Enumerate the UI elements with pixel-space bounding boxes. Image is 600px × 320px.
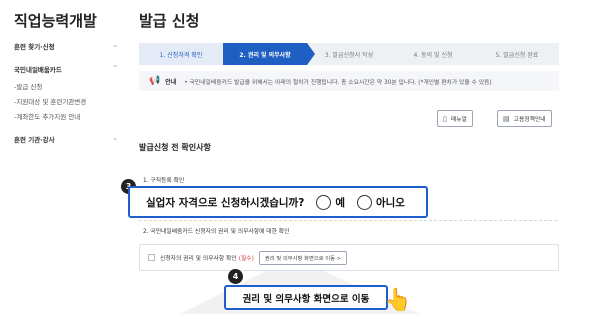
manual-button[interactable]: ▯ 매뉴얼 [437,110,473,127]
chevron-down-icon: ⌄ [112,41,118,49]
step-1: 1. 신청자격 확인 [139,43,223,65]
rights-check-row: 신청자의 권리 및 의무사항 확인 (필수) 권리 및 의무사항 화면으로 이동… [139,244,559,271]
document-icon: ▤ [503,114,510,123]
pointing-hand-icon: 👆 [384,288,412,313]
section-title: 발급신청 전 확인사항 [139,143,211,152]
question-2-label: 2. 국민내일배움카드 신청자의 권리 및 의무사항에 대한 확인 [143,229,290,235]
sidebar-item-naeil-card[interactable]: 국민내일배움카드 ⌃ [14,64,118,74]
unemployed-question-box: 실업자 자격으로 신청하시겠습니까? 예 아니오 [128,186,428,218]
radio-circle-icon [356,194,372,210]
no-radio-label: 아니오 [375,196,405,209]
policy-button[interactable]: ▤ 고용정책안내 [497,110,552,127]
policy-button-label: 고용정책안내 [513,117,546,123]
sidebar-item-institutions[interactable]: 훈련 기관·강사 ⌄ [14,134,118,144]
sidebar-item-training-search[interactable]: 훈련 찾기·신청 ⌄ [14,41,118,51]
step-2-active: 2. 권리 및 의무사항 [223,43,315,65]
manual-button-label: 매뉴얼 [450,117,467,123]
chevron-up-icon: ⌃ [112,64,118,72]
sidebar-item-label: 훈련 찾기·신청 [14,43,55,51]
step-3: 3. 발급신청서 작성 [324,51,374,59]
progress-stepper: 1. 신청자격 확인 2. 권리 및 의무사항 3. 발급신청서 작성 4. 동… [139,43,559,65]
sidebar-item-label: 훈련 기관·강사 [14,136,55,144]
move-callout: 권리 및 의무사항 화면으로 이동 [224,285,388,310]
sidebar-title: 직업능력개발 [14,12,97,30]
megaphone-icon: 📢 [149,76,161,86]
sidebar-subitem-apply[interactable]: -발급 신청 [14,81,42,91]
no-radio[interactable]: 아니오 [356,194,405,210]
sidebar-item-label: 국민내일배움카드 [14,66,62,74]
unemployed-question-text: 실업자 자격으로 신청하시겠습니까? [146,196,305,209]
sidebar-subitem-limit[interactable]: -계좌한도 추가지원 안내 [14,111,80,121]
rights-move-button[interactable]: 권리 및 의무사항 화면으로 이동 > [258,250,348,265]
chevron-down-icon: ⌄ [112,134,118,142]
notice-label: 안내 [165,78,177,86]
sidebar-subitem-change[interactable]: -지원대상 및 훈련기관변경 [14,96,86,106]
page-title: 발급 신청 [139,12,200,30]
step-5: 5. 발급신청 완료 [495,51,539,59]
yes-radio-label: 예 [335,196,345,209]
sidebar: 직업능력개발 훈련 찾기·신청 ⌄ 국민내일배움카드 ⌃ -발급 신청 -지원대… [0,0,122,320]
notice-text: • 국민내일배움카드 발급을 위해서는 아래의 절차가 진행됩니다. 총 소요시… [184,79,492,86]
question-1-label: 1. 구직등록 확인 [143,178,185,184]
step-4: 4. 동의 및 신청 [413,51,453,59]
step-badge-4: 4 [228,269,243,284]
notice-banner: 📢 안내 • 국민내일배움카드 발급을 위해서는 아래의 절차가 진행됩니다. … [139,71,559,91]
yes-radio[interactable]: 예 [316,194,345,210]
required-marker: (필수) [238,256,254,262]
rights-label: 신청자의 권리 및 의무사항 확인 [160,256,237,262]
radio-circle-icon [316,194,332,210]
book-icon: ▯ [443,114,447,123]
rights-checkbox[interactable] [148,254,155,261]
divider [139,220,557,221]
